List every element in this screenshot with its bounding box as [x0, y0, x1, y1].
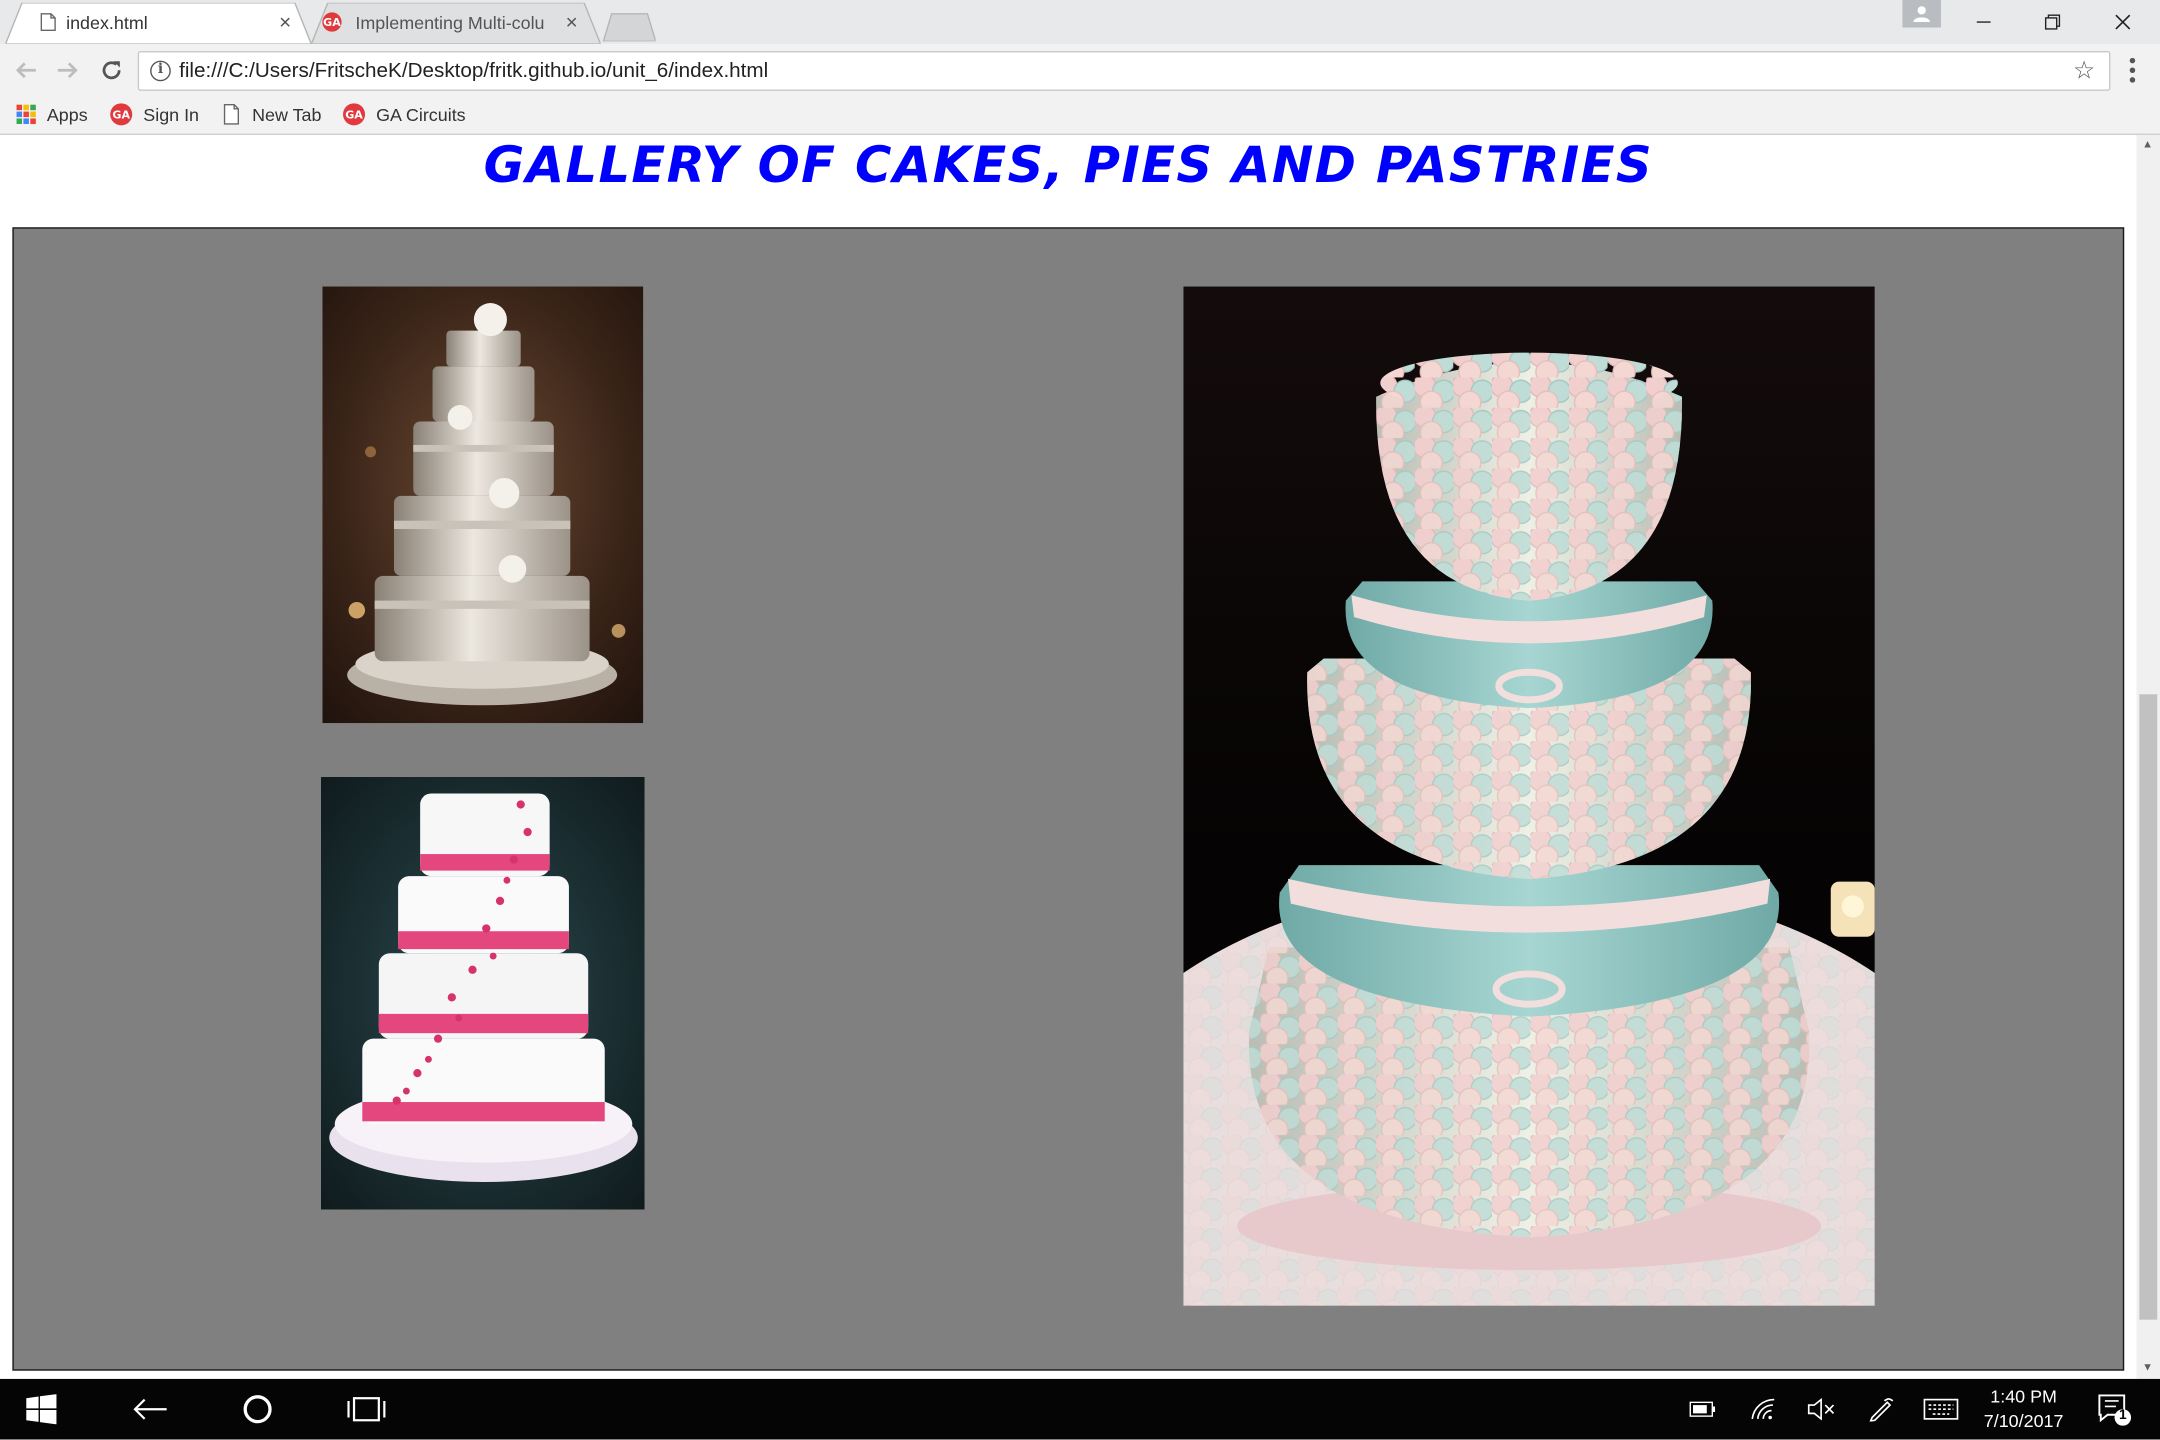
ga-icon: GA — [343, 103, 366, 126]
back-button[interactable] — [11, 55, 41, 85]
page-title: GALLERY OF CAKES, PIES AND PASTRIES — [483, 137, 1653, 195]
tab-index-html[interactable]: index.html × — [5, 2, 312, 45]
tab-strip: index.html × GA Implementing Multi-colu … — [0, 0, 2160, 45]
silver-tiered-wedding-cake-image — [322, 286, 644, 724]
tab-implementing-multi-column[interactable]: GA Implementing Multi-colu × — [311, 2, 601, 45]
battery-icon[interactable] — [1689, 1393, 1717, 1426]
windows-taskbar: 1:40 PM 7/10/2017 1 — [0, 1378, 2160, 1440]
ga-icon: GA — [110, 103, 133, 126]
apps-grid-icon — [16, 104, 36, 124]
tab-close-icon[interactable]: × — [561, 11, 583, 34]
volume-muted-icon[interactable] — [1807, 1393, 1835, 1426]
bookmark-label: GA Circuits — [376, 104, 466, 125]
tab-label: Implementing Multi-colu — [355, 12, 545, 34]
bookmark-star-icon[interactable]: ☆ — [2073, 56, 2095, 85]
windows-start-icon[interactable] — [25, 1393, 58, 1426]
bookmark-label: Apps — [46, 104, 88, 125]
gallery-container — [12, 227, 2125, 1371]
pink-ribbon-wedding-cake-image — [320, 776, 645, 1210]
forward-button[interactable] — [52, 55, 82, 85]
task-view-icon[interactable] — [346, 1393, 387, 1426]
bookmark-apps[interactable]: Apps — [16, 102, 88, 127]
tab-label: index.html — [66, 12, 148, 34]
tab-close-icon[interactable]: × — [274, 11, 296, 34]
bookmark-ga-circuits[interactable]: GA GA Circuits — [343, 102, 466, 127]
address-url[interactable]: file:///C:/Users/FritscheK/Desktop/fritk… — [179, 59, 768, 82]
pen-icon[interactable] — [1868, 1393, 1896, 1426]
cortana-icon[interactable] — [241, 1393, 274, 1426]
restore-button[interactable] — [2019, 0, 2085, 44]
bookmark-sign-in[interactable]: GA Sign In — [110, 102, 199, 127]
minimize-button[interactable] — [1951, 0, 2017, 44]
pastel-petal-wedding-cake-image — [1183, 286, 1875, 1306]
ga-icon: GA — [322, 12, 342, 32]
scroll-up-icon[interactable]: ▲ — [2142, 138, 2153, 150]
profile-icon[interactable] — [1902, 0, 1941, 28]
reload-button[interactable] — [96, 55, 126, 85]
chrome-menu-icon[interactable] — [2126, 55, 2140, 85]
page-icon — [223, 104, 240, 125]
info-icon[interactable]: i — [150, 60, 171, 82]
scroll-down-icon[interactable]: ▼ — [2142, 1361, 2153, 1373]
bookmark-label: Sign In — [143, 104, 200, 125]
back-arrow-icon — [15, 62, 36, 79]
reload-icon — [102, 61, 121, 80]
notification-count: 1 — [2118, 1407, 2127, 1424]
action-center-icon[interactable]: 1 — [2097, 1393, 2133, 1426]
clock-date: 7/10/2017 — [1983, 1410, 2064, 1432]
vertical-scrollbar[interactable]: ▲ ▼ — [2136, 135, 2160, 1379]
address-bar[interactable]: i file:///C:/Users/FritscheK/Desktop/fri… — [137, 50, 2111, 91]
keyboard-icon[interactable] — [1923, 1393, 1959, 1426]
bookmarks-bar: Apps GA Sign In New Tab GA GA Circuits — [0, 95, 2160, 135]
bookmark-new-tab[interactable]: New Tab — [222, 102, 322, 127]
close-window-button[interactable] — [2090, 0, 2156, 44]
wifi-icon[interactable] — [1749, 1393, 1777, 1426]
bookmark-label: New Tab — [252, 104, 322, 125]
page-icon — [40, 13, 56, 31]
back-arrow-icon[interactable] — [132, 1393, 168, 1426]
clock-time: 1:40 PM — [1990, 1385, 2057, 1407]
forward-arrow-icon — [57, 62, 78, 79]
taskbar-clock[interactable]: 1:40 PM 7/10/2017 — [1970, 1384, 2077, 1434]
scrollbar-thumb[interactable] — [2139, 694, 2158, 1320]
page-viewport: GALLERY OF CAKES, PIES AND PASTRIES — [0, 135, 2137, 1379]
new-tab-button[interactable] — [601, 11, 656, 42]
